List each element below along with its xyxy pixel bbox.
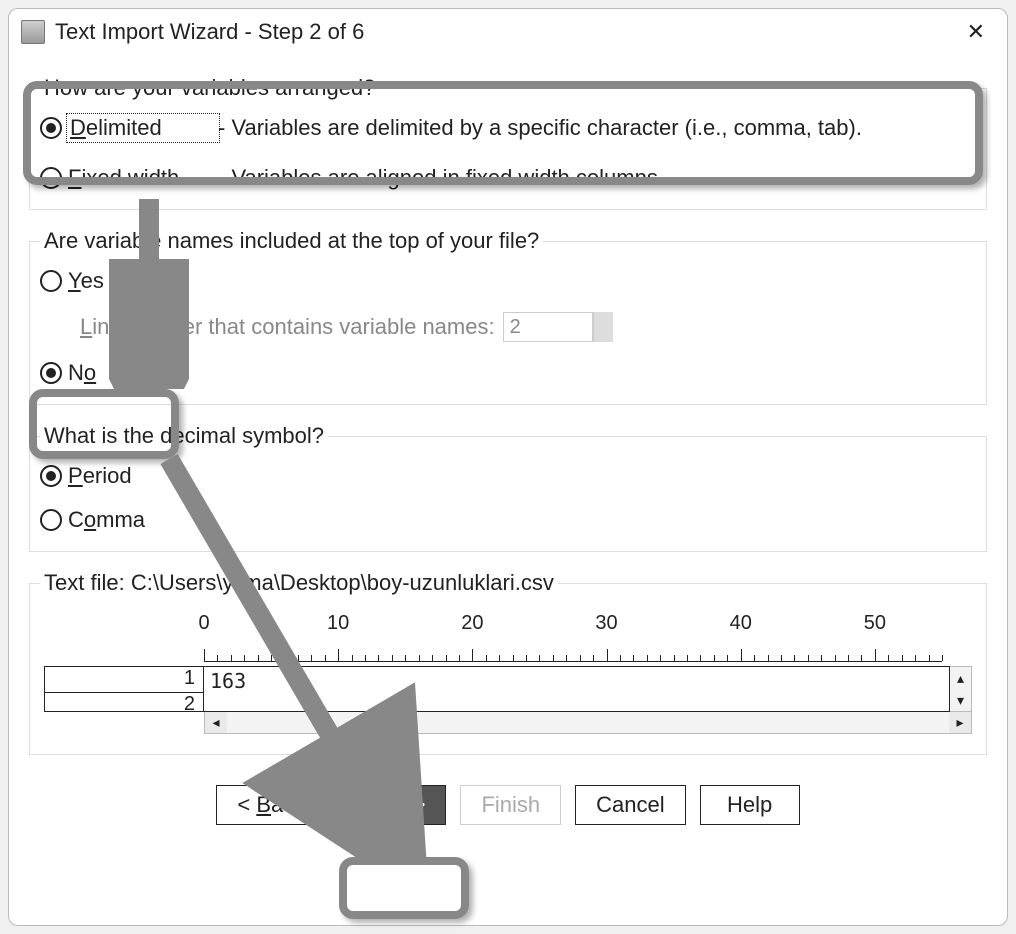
radio-fixed-width[interactable]: [40, 167, 62, 189]
finish-button: Finish: [460, 785, 561, 825]
ruler-tick-50: 50: [864, 612, 886, 635]
preview-area: 0 10 20 30 40 50 1 2 163 ▴ ▾ ◂ ▸: [40, 606, 976, 740]
radio-yes[interactable]: [40, 270, 62, 292]
group-decimal: What is the decimal symbol? Period Comma: [29, 423, 987, 552]
radio-delimited[interactable]: [40, 117, 62, 139]
radio-delimited-label[interactable]: Delimited: [68, 115, 218, 141]
group-decimal-legend: What is the decimal symbol?: [40, 423, 328, 449]
titlebar: Text Import Wizard - Step 2 of 6 ✕: [9, 9, 1007, 59]
radio-comma[interactable]: [40, 509, 62, 531]
radio-yes-label[interactable]: Yes: [68, 268, 218, 294]
line-number-input[interactable]: 2: [503, 312, 593, 342]
radio-comma-label[interactable]: Comma: [68, 507, 218, 533]
annotation-box-next: [339, 857, 469, 919]
cancel-button[interactable]: Cancel: [575, 785, 685, 825]
ruler-tick-0: 0: [198, 612, 209, 635]
radio-row-delimited: Delimited - Variables are delimited by a…: [40, 111, 976, 145]
radio-row-yes: Yes: [40, 264, 976, 298]
row-numbers: 1 2: [44, 666, 204, 712]
preview-data[interactable]: 163: [204, 666, 950, 712]
line-number-spinner[interactable]: [593, 312, 613, 342]
preview-grid: 1 2 163 ▴ ▾: [44, 666, 972, 712]
radio-period-label[interactable]: Period: [68, 463, 218, 489]
radio-fixed-label[interactable]: Fixed width: [68, 165, 218, 191]
group-preview: Text file: C:\Users\yilma\Desktop\boy-uz…: [29, 570, 987, 755]
wizard-window: Text Import Wizard - Step 2 of 6 ✕ How a…: [8, 8, 1008, 926]
radio-period[interactable]: [40, 465, 62, 487]
app-icon: [21, 20, 45, 44]
delimited-desc: - Variables are delimited by a specific …: [218, 115, 862, 141]
close-icon[interactable]: ✕: [957, 15, 995, 49]
radio-no-label[interactable]: No: [68, 360, 218, 386]
file-path: C:\Users\yilma\Desktop\boy-uzunluklari.c…: [131, 570, 554, 595]
scroll-left-icon[interactable]: ◂: [205, 712, 227, 733]
line-number-row: Line number that contains variable names…: [80, 312, 976, 342]
help-button[interactable]: Help: [700, 785, 800, 825]
vertical-scrollbar[interactable]: ▴ ▾: [950, 666, 972, 712]
ruler-tick-40: 40: [730, 612, 752, 635]
ruler-tick-10: 10: [327, 612, 349, 635]
group-arrangement: How are your variables arranged? Delimit…: [29, 75, 987, 210]
wizard-buttons: < Back Next > Finish Cancel Help: [29, 785, 987, 825]
ruler-tick-30: 30: [595, 612, 617, 635]
preview-legend: Text file: C:\Users\yilma\Desktop\boy-uz…: [40, 570, 558, 596]
line-number-label: Line number that contains variable names…: [80, 314, 495, 340]
row-num-2: 2: [45, 693, 203, 711]
radio-row-fixed: Fixed width - Variables are aligned in f…: [40, 161, 976, 195]
next-button[interactable]: Next >: [340, 785, 446, 825]
radio-row-period: Period: [40, 459, 976, 493]
fixed-desc: - Variables are aligned in fixed width c…: [218, 165, 664, 191]
content-area: How are your variables arranged? Delimit…: [9, 59, 1007, 837]
row-num-1: 1: [45, 667, 203, 693]
group-varnames: Are variable names included at the top o…: [29, 228, 987, 405]
radio-row-comma: Comma: [40, 503, 976, 537]
horizontal-scrollbar[interactable]: ◂ ▸: [204, 712, 972, 734]
group-varnames-legend: Are variable names included at the top o…: [40, 228, 543, 254]
preview-line-1: 163: [210, 669, 943, 693]
ruler-tick-20: 20: [461, 612, 483, 635]
group-arrangement-legend: How are your variables arranged?: [40, 75, 379, 101]
radio-no[interactable]: [40, 362, 62, 384]
window-title: Text Import Wizard - Step 2 of 6: [55, 19, 957, 45]
preview-ruler: 01020304050: [204, 612, 942, 662]
scroll-right-icon[interactable]: ▸: [949, 712, 971, 733]
radio-row-no: No: [40, 356, 976, 390]
scroll-up-icon[interactable]: ▴: [950, 667, 971, 689]
scroll-down-icon[interactable]: ▾: [950, 689, 971, 711]
back-button[interactable]: < Back: [216, 785, 326, 825]
